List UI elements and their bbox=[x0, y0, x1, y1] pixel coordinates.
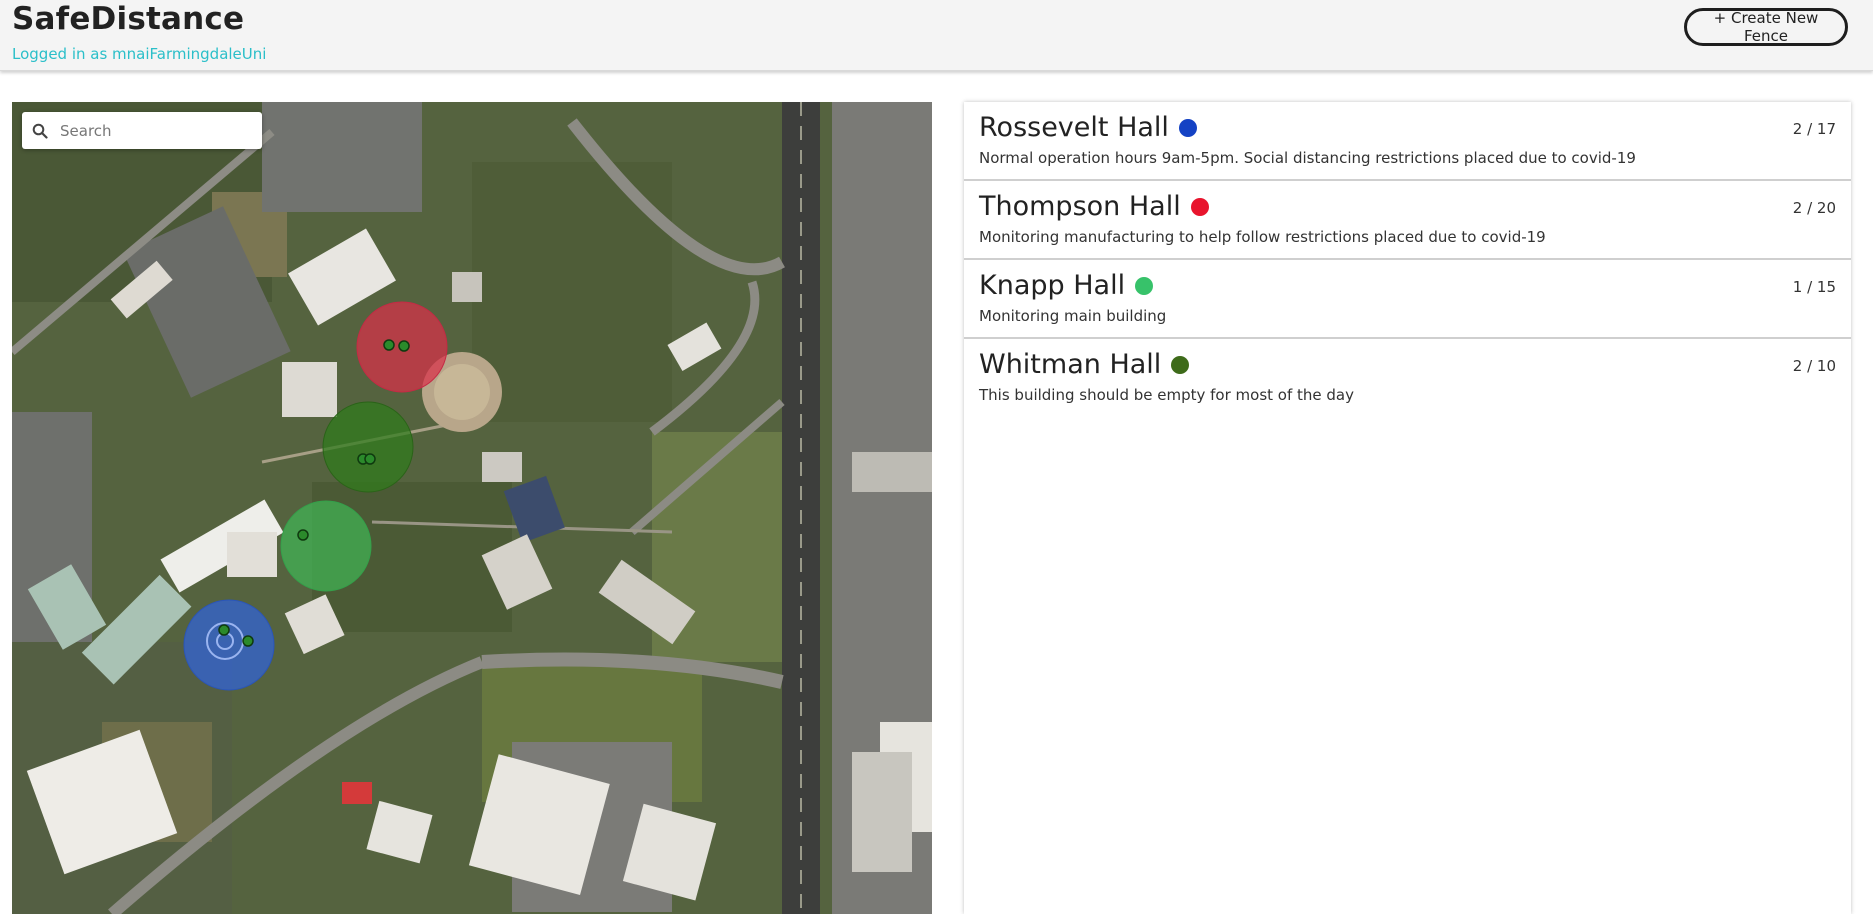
device-marker[interactable] bbox=[218, 624, 230, 636]
fence-circle-knapp[interactable] bbox=[280, 500, 372, 592]
fence-name-row: Rossevelt Hall bbox=[979, 112, 1197, 143]
fence-occupancy-count: 2 / 20 bbox=[1792, 199, 1836, 217]
fence-name: Whitman Hall bbox=[979, 349, 1162, 380]
fence-description: Monitoring main building bbox=[979, 307, 1167, 325]
satellite-map[interactable] bbox=[12, 102, 932, 914]
device-marker[interactable] bbox=[364, 453, 376, 465]
fence-name-row: Thompson Hall bbox=[979, 191, 1209, 222]
fence-name-row: Whitman Hall bbox=[979, 349, 1190, 380]
fence-description: Normal operation hours 9am-5pm. Social d… bbox=[979, 149, 1636, 167]
app-title: SafeDistance bbox=[12, 1, 245, 37]
fence-circle-rossevelt[interactable] bbox=[183, 599, 275, 691]
fence-occupancy-count: 1 / 15 bbox=[1792, 278, 1836, 296]
search-input[interactable] bbox=[58, 120, 252, 141]
device-marker[interactable] bbox=[383, 339, 395, 351]
fence-name: Knapp Hall bbox=[979, 270, 1126, 301]
fence-color-dot bbox=[1178, 118, 1197, 137]
fence-item-rossevelt-hall[interactable]: Rossevelt Hall 2 / 17 Normal operation h… bbox=[964, 102, 1851, 181]
logged-in-user-text: Logged in as mnaiFarmingdaleUni bbox=[12, 45, 267, 63]
fence-occupancy-count: 2 / 17 bbox=[1792, 120, 1836, 138]
fence-list-panel: Rossevelt Hall 2 / 17 Normal operation h… bbox=[964, 102, 1851, 914]
fence-name: Thompson Hall bbox=[979, 191, 1181, 222]
fence-occupancy-count: 2 / 10 bbox=[1792, 357, 1836, 375]
fence-description: Monitoring manufacturing to help follow … bbox=[979, 228, 1546, 246]
fence-color-dot bbox=[1190, 197, 1209, 216]
fence-circle-whitman[interactable] bbox=[322, 401, 414, 493]
map-search-box[interactable] bbox=[22, 112, 262, 149]
search-icon bbox=[32, 123, 48, 139]
fence-item-whitman-hall[interactable]: Whitman Hall 2 / 10 This building should… bbox=[964, 339, 1851, 418]
fence-color-dot bbox=[1171, 355, 1190, 374]
fence-color-dot bbox=[1135, 276, 1154, 295]
device-marker[interactable] bbox=[242, 635, 254, 647]
fence-item-knapp-hall[interactable]: Knapp Hall 1 / 15 Monitoring main buildi… bbox=[964, 260, 1851, 339]
device-marker[interactable] bbox=[398, 340, 410, 352]
fence-name: Rossevelt Hall bbox=[979, 112, 1169, 143]
fence-description: This building should be empty for most o… bbox=[979, 386, 1354, 404]
map-imagery[interactable] bbox=[12, 102, 932, 914]
app-header: SafeDistance Logged in as mnaiFarmingdal… bbox=[0, 0, 1873, 71]
fence-item-thompson-hall[interactable]: Thompson Hall 2 / 20 Monitoring manufact… bbox=[964, 181, 1851, 260]
fence-name-row: Knapp Hall bbox=[979, 270, 1154, 301]
create-new-fence-button[interactable]: + Create New Fence bbox=[1684, 8, 1848, 46]
device-marker[interactable] bbox=[297, 529, 309, 541]
